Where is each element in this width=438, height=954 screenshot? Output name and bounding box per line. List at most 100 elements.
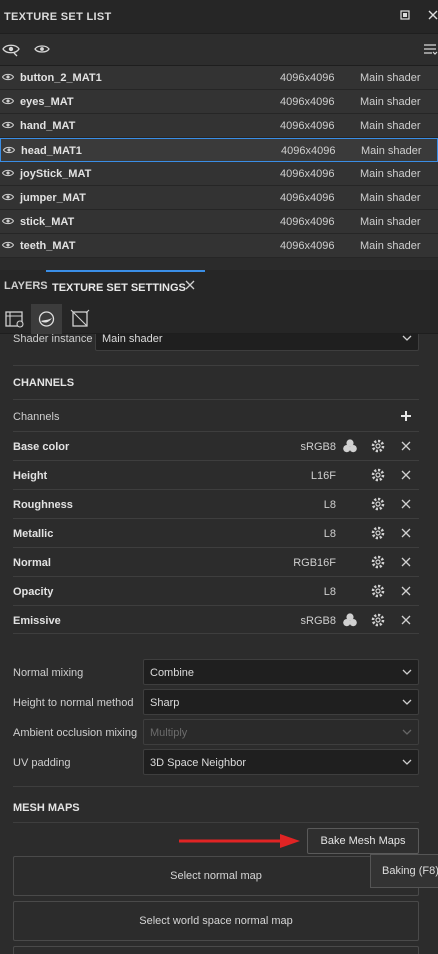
height-to-normal-label: Height to normal method bbox=[13, 697, 134, 709]
channel-name: Roughness bbox=[13, 499, 73, 511]
texture-set-row[interactable]: jumper_MAT 4096x4096 Main shader bbox=[0, 186, 438, 210]
ao-mixing-label: Ambient occlusion mixing bbox=[13, 727, 138, 739]
remove-channel-icon[interactable] bbox=[400, 585, 412, 597]
solo-view-icon[interactable] bbox=[33, 41, 51, 57]
channel-row[interactable]: Normal RGB16F bbox=[13, 547, 419, 576]
texture-set-resolution: 4096x4096 bbox=[280, 120, 335, 132]
shader-instance-label: Shader instance bbox=[13, 334, 93, 345]
remove-channel-icon[interactable] bbox=[400, 440, 412, 452]
gear-icon[interactable] bbox=[370, 525, 386, 541]
height-to-normal-select[interactable]: Sharp bbox=[143, 689, 419, 715]
eye-icon[interactable] bbox=[3, 145, 15, 155]
texture-set-shader: Main shader bbox=[360, 240, 421, 252]
shader-instance-value: Main shader bbox=[102, 334, 163, 345]
menu-icon[interactable] bbox=[422, 41, 438, 57]
tab-texture-set-settings[interactable]: TEXTURE SET SETTINGS bbox=[46, 270, 205, 302]
select-normal-map-button[interactable]: Select normal map bbox=[13, 856, 419, 896]
close-icon[interactable] bbox=[426, 9, 438, 23]
channels-list-label: Channels bbox=[13, 411, 60, 423]
uv-overlap-icon bbox=[343, 439, 357, 453]
chevron-down-icon bbox=[402, 335, 412, 341]
channel-row[interactable]: Opacity L8 bbox=[13, 576, 419, 605]
tab-uv-settings[interactable] bbox=[65, 304, 96, 334]
texture-set-name: hand_MAT bbox=[20, 120, 76, 132]
channel-row[interactable]: Height L16F bbox=[13, 460, 419, 489]
channel-row[interactable]: Roughness L8 bbox=[13, 489, 419, 518]
normal-mixing-select[interactable]: Combine bbox=[143, 659, 419, 685]
tab-shader-settings[interactable] bbox=[31, 304, 62, 334]
eye-icon[interactable] bbox=[2, 96, 14, 106]
remove-channel-icon[interactable] bbox=[400, 556, 412, 568]
add-channel-icon[interactable] bbox=[400, 410, 412, 425]
ao-mixing-value: Multiply bbox=[150, 727, 188, 739]
uv-padding-label: UV padding bbox=[13, 757, 71, 769]
gear-icon[interactable] bbox=[370, 554, 386, 570]
chevron-down-icon bbox=[402, 729, 412, 735]
eye-icon[interactable] bbox=[2, 72, 14, 82]
texture-set-row[interactable]: joyStick_MAT 4096x4096 Main shader bbox=[0, 162, 438, 186]
channel-format[interactable]: L8 bbox=[324, 586, 336, 598]
channel-row[interactable]: Metallic L8 bbox=[13, 518, 419, 547]
gear-icon[interactable] bbox=[370, 496, 386, 512]
tab-layers[interactable]: LAYERS bbox=[4, 270, 48, 302]
texture-set-row[interactable]: eyes_MAT 4096x4096 Main shader bbox=[0, 90, 438, 114]
eye-icon[interactable] bbox=[2, 240, 14, 250]
chevron-down-icon bbox=[402, 669, 412, 675]
close-tab-icon[interactable] bbox=[184, 279, 196, 291]
texture-set-shader: Main shader bbox=[360, 216, 421, 228]
texture-set-resolution: 4096x4096 bbox=[280, 192, 335, 204]
gear-icon[interactable] bbox=[370, 612, 386, 628]
remove-channel-icon[interactable] bbox=[400, 469, 412, 481]
texture-set-shader: Main shader bbox=[360, 120, 421, 132]
eye-icon[interactable] bbox=[2, 120, 14, 130]
texture-set-row-selected[interactable]: head_MAT1 4096x4096 Main shader bbox=[0, 138, 438, 162]
remove-channel-icon[interactable] bbox=[400, 614, 412, 626]
texture-set-list-header: TEXTURE SET LIST bbox=[0, 0, 438, 34]
texture-set-row[interactable]: stick_MAT 4096x4096 Main shader bbox=[0, 210, 438, 234]
channel-row[interactable]: Emissive sRGB8 bbox=[13, 605, 419, 634]
channel-name: Height bbox=[13, 470, 48, 482]
channel-format[interactable]: sRGB8 bbox=[301, 441, 336, 453]
next-mesh-map-button[interactable] bbox=[13, 946, 419, 954]
chevron-down-icon bbox=[402, 759, 412, 765]
gear-icon[interactable] bbox=[370, 583, 386, 599]
channel-row[interactable]: Base color sRGB8 bbox=[13, 431, 419, 460]
tab-properties[interactable] bbox=[0, 304, 31, 334]
annotation-arrow bbox=[179, 834, 300, 848]
eye-icon[interactable] bbox=[2, 168, 14, 178]
texture-set-resolution: 4096x4096 bbox=[280, 72, 335, 84]
channel-format[interactable]: sRGB8 bbox=[301, 615, 336, 627]
shader-instance-select[interactable]: Main shader bbox=[95, 334, 419, 351]
height-to-normal-value: Sharp bbox=[150, 697, 180, 709]
texture-set-row[interactable]: button_2_MAT1 4096x4096 Main shader bbox=[0, 66, 438, 90]
channel-format[interactable]: L16F bbox=[311, 470, 336, 482]
panel-title: TEXTURE SET LIST bbox=[4, 11, 112, 23]
uv-padding-select[interactable]: 3D Space Neighbor bbox=[143, 749, 419, 775]
texture-set-resolution: 4096x4096 bbox=[280, 216, 335, 228]
divider bbox=[13, 399, 419, 400]
channel-format[interactable]: L8 bbox=[324, 528, 336, 540]
bake-tooltip: Baking (F8) bbox=[370, 854, 438, 888]
eye-icon[interactable] bbox=[2, 216, 14, 226]
float-window-icon[interactable] bbox=[398, 9, 412, 23]
bake-mesh-maps-button[interactable]: Bake Mesh Maps bbox=[307, 828, 419, 854]
texture-set-row[interactable]: teeth_MAT 4096x4096 Main shader bbox=[0, 234, 438, 258]
texture-set-resolution: 4096x4096 bbox=[280, 240, 335, 252]
normal-mixing-value: Combine bbox=[150, 667, 195, 679]
remove-channel-icon[interactable] bbox=[400, 527, 412, 539]
gear-icon[interactable] bbox=[370, 467, 386, 483]
eye-icon[interactable] bbox=[2, 192, 14, 202]
visibility-toggle-icon[interactable] bbox=[2, 41, 20, 57]
channel-format[interactable]: RGB16F bbox=[293, 557, 336, 569]
gear-icon[interactable] bbox=[370, 438, 386, 454]
texture-set-row[interactable]: hand_MAT 4096x4096 Main shader bbox=[0, 114, 438, 138]
texture-set-resolution: 4096x4096 bbox=[280, 168, 335, 180]
remove-channel-icon[interactable] bbox=[400, 498, 412, 510]
texture-set-name: stick_MAT bbox=[20, 216, 75, 228]
texture-set-name: button_2_MAT1 bbox=[20, 72, 102, 84]
select-world-space-normal-map-button[interactable]: Select world space normal map bbox=[13, 901, 419, 941]
texture-set-shader: Main shader bbox=[360, 72, 421, 84]
normal-mixing-label: Normal mixing bbox=[13, 667, 84, 679]
texture-set-name: teeth_MAT bbox=[20, 240, 76, 252]
channel-format[interactable]: L8 bbox=[324, 499, 336, 511]
